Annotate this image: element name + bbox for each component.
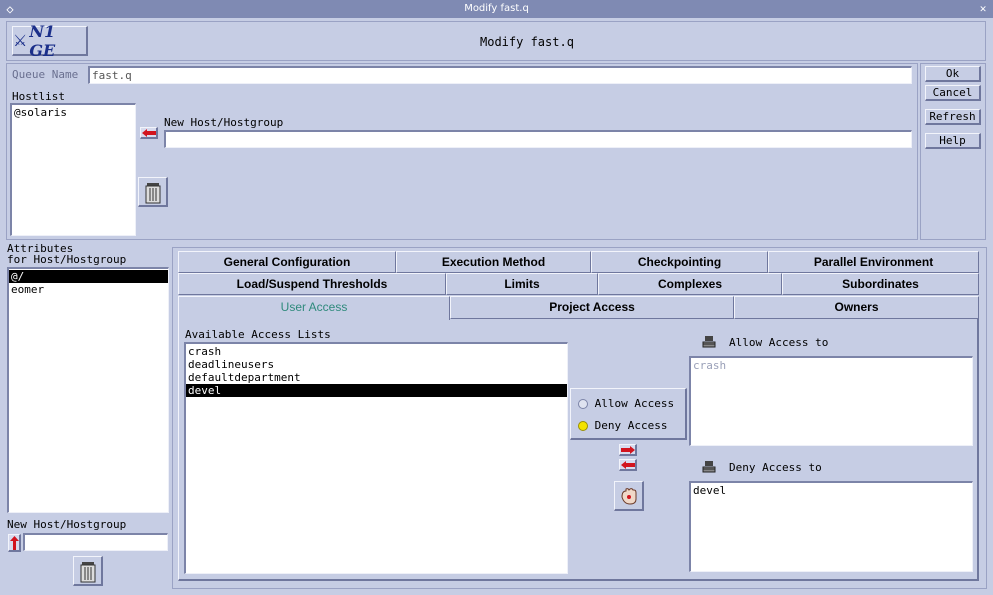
- arrow-right-icon: [621, 446, 635, 454]
- move-back-button[interactable]: [619, 459, 637, 471]
- list-item[interactable]: deadlineusers: [186, 358, 567, 371]
- logo-icon: ⚔: [13, 31, 28, 50]
- queue-name-label: Queue Name: [12, 68, 79, 81]
- attr-new-host-field[interactable]: [23, 533, 168, 551]
- window-menu-icon[interactable]: ◇: [3, 2, 17, 16]
- arrow-left-icon: [142, 129, 156, 137]
- help-button[interactable]: Help: [925, 133, 981, 149]
- move-right-button[interactable]: [619, 444, 637, 456]
- deny-access-list[interactable]: devel: [689, 481, 973, 572]
- allow-access-list[interactable]: crash: [689, 356, 973, 446]
- add-attr-host-button[interactable]: [8, 534, 21, 552]
- list-item[interactable]: crash: [186, 345, 567, 358]
- hostlist-label: Hostlist: [12, 90, 65, 103]
- tab-owners[interactable]: Owners: [734, 296, 979, 319]
- delete-attr-host-button[interactable]: [73, 556, 103, 586]
- hand-icon: [621, 488, 637, 505]
- tab-subordinates[interactable]: Subordinates: [782, 273, 979, 295]
- edit-access-list-button[interactable]: [614, 481, 644, 511]
- user-icon: [702, 336, 716, 348]
- list-item[interactable]: defaultdepartment: [186, 371, 567, 384]
- move-left-button[interactable]: [140, 127, 158, 139]
- list-item[interactable]: devel: [691, 484, 972, 497]
- list-item[interactable]: @solaris: [12, 106, 135, 119]
- queue-name-field[interactable]: fast.q: [88, 66, 912, 84]
- available-access-list[interactable]: crash deadlineusers defaultdepartment de…: [184, 342, 568, 574]
- tab-user-access[interactable]: User Access: [178, 296, 450, 320]
- user-icon: [702, 461, 716, 473]
- new-host-field[interactable]: [164, 130, 912, 148]
- new-host-label: New Host/Hostgroup: [164, 116, 284, 129]
- close-icon[interactable]: ✕: [976, 2, 990, 16]
- attributes-label-2: for Host/Hostgroup: [7, 253, 127, 266]
- tab-checkpointing[interactable]: Checkpointing: [591, 251, 768, 273]
- available-access-label: Available Access Lists: [185, 328, 331, 341]
- radio-selected-icon: [578, 421, 588, 431]
- arrow-left-icon: [621, 461, 635, 469]
- ok-button[interactable]: Ok: [925, 66, 981, 82]
- trash-icon: [80, 562, 96, 583]
- delete-host-button[interactable]: [138, 177, 168, 207]
- logo-text: N1 GE: [29, 21, 56, 60]
- attributes-list[interactable]: @/ eomer: [7, 267, 169, 513]
- allow-access-radio[interactable]: Allow Access: [578, 397, 674, 410]
- access-mode-group: [570, 388, 687, 440]
- tab-general-configuration[interactable]: General Configuration: [178, 251, 396, 273]
- tab-execution-method[interactable]: Execution Method: [396, 251, 591, 273]
- list-item[interactable]: eomer: [9, 283, 168, 296]
- deny-access-radio[interactable]: Deny Access: [578, 419, 667, 432]
- refresh-button[interactable]: Refresh: [925, 109, 981, 125]
- arrow-up-icon: [10, 536, 19, 550]
- queue-panel: [6, 63, 918, 240]
- cancel-button[interactable]: Cancel: [925, 85, 981, 101]
- tab-load-suspend-thresholds[interactable]: Load/Suspend Thresholds: [178, 273, 446, 295]
- radio-icon: [578, 399, 588, 409]
- allow-access-label: Allow Access to: [729, 336, 829, 349]
- hostlist-list[interactable]: @solaris: [10, 103, 136, 236]
- page-title: Modify fast.q: [480, 35, 574, 49]
- list-item[interactable]: @/: [9, 270, 168, 283]
- deny-access-label: Deny Access to: [729, 461, 822, 474]
- window-title: Modify fast.q: [464, 3, 529, 14]
- tab-complexes[interactable]: Complexes: [598, 273, 782, 295]
- list-item[interactable]: crash: [691, 359, 972, 372]
- trash-icon: [145, 183, 161, 204]
- tab-project-access[interactable]: Project Access: [450, 296, 734, 319]
- n1ge-logo: ⚔ N1 GE: [12, 22, 88, 60]
- tab-parallel-environment[interactable]: Parallel Environment: [768, 251, 979, 273]
- tab-limits[interactable]: Limits: [446, 273, 598, 295]
- list-item[interactable]: devel: [186, 384, 567, 397]
- attr-new-host-label: New Host/Hostgroup: [7, 518, 127, 531]
- window-titlebar: Modify fast.q: [0, 0, 993, 18]
